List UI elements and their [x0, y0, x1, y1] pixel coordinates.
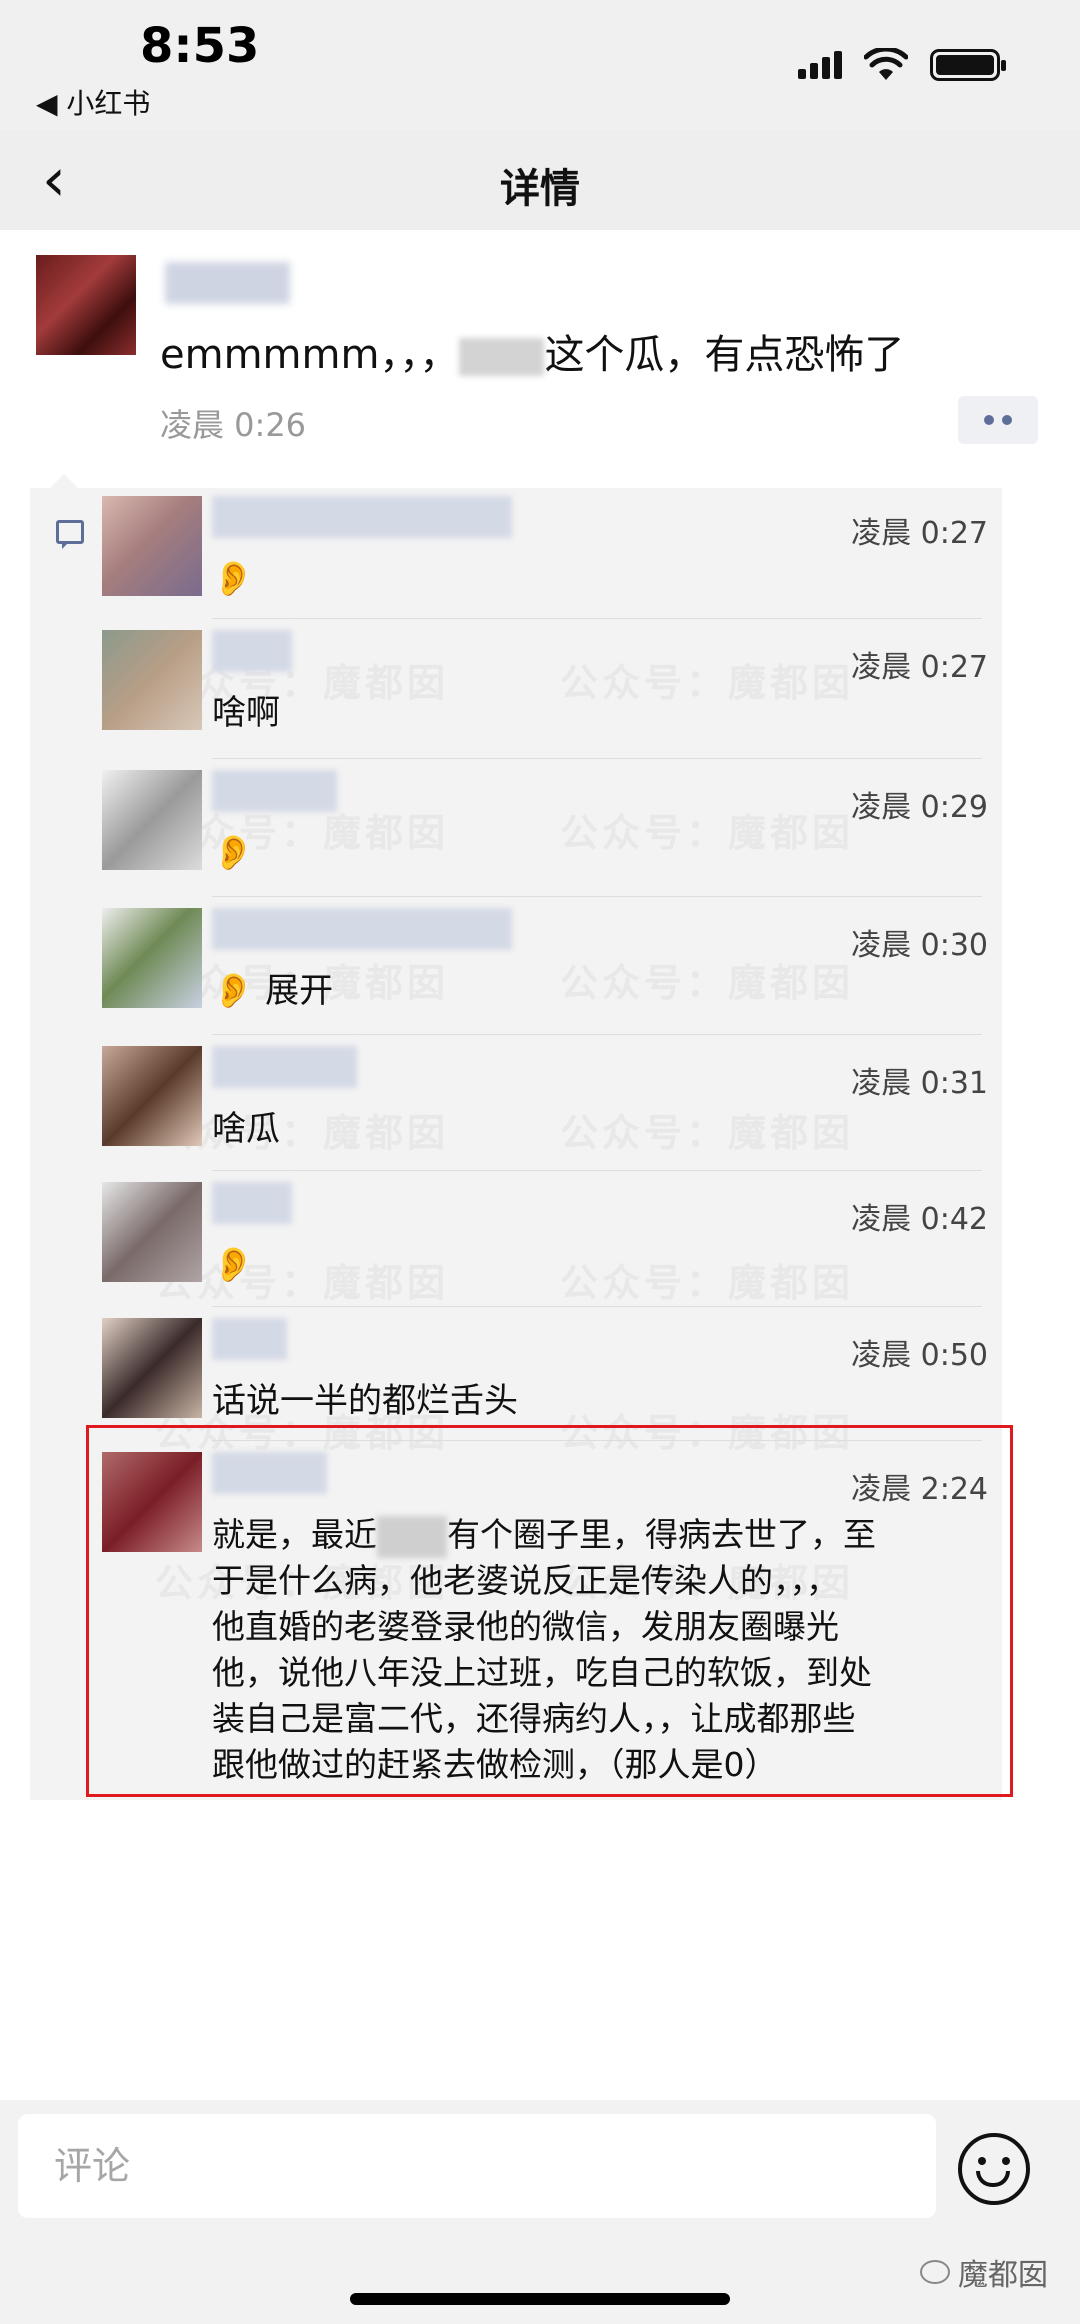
commenter-name-blurred[interactable] [212, 770, 337, 812]
comment-time: 凌晨 0:30 [851, 928, 988, 963]
commenter-avatar[interactable] [102, 1318, 202, 1418]
comment-text: 👂 [212, 833, 255, 873]
comment-time: 凌晨 0:27 [851, 516, 988, 551]
back-to-app-link[interactable]: ◀ 小红书 [36, 82, 150, 122]
page-title: 详情 [500, 166, 580, 212]
comment-item[interactable]: 凌晨 0:29 👂 [102, 762, 988, 892]
wechat-icon [920, 2260, 950, 2284]
brand-watermark: 魔都囡 [920, 2250, 1048, 2294]
comment-text: 👂 [212, 1245, 255, 1285]
home-indicator[interactable] [350, 2293, 730, 2305]
emoji-icon[interactable] [958, 2133, 1030, 2205]
commenter-avatar[interactable] [102, 496, 202, 596]
post-author-name-blurred[interactable] [165, 262, 290, 304]
comment-text: 👂 [212, 559, 255, 599]
comment-time: 凌晨 0:27 [851, 650, 988, 685]
divider [212, 1034, 982, 1035]
nav-bar: ‹ 详情 [0, 130, 1080, 230]
cellular-signal-icon [798, 51, 842, 79]
wifi-icon [864, 48, 908, 80]
comment-input[interactable]: 评论 [18, 2114, 936, 2218]
divider [212, 1170, 982, 1171]
divider [212, 1306, 982, 1307]
comment-item[interactable]: 凌晨 0:27 👂 [102, 488, 988, 618]
post-text-part1: emmmmm，，， [160, 332, 460, 378]
post-author-avatar[interactable] [36, 255, 136, 355]
comment-text: 话说一半的都烂舌头 [212, 1381, 518, 1421]
comment-item[interactable]: 凌晨 0:31 啥瓜 [102, 1038, 988, 1168]
commenter-name-blurred[interactable] [212, 630, 292, 672]
brand-name: 魔都囡 [958, 2258, 1048, 2293]
commenter-avatar[interactable] [102, 1182, 202, 1282]
battery-icon [930, 49, 1006, 81]
divider [212, 896, 982, 897]
comment-icon [56, 520, 84, 549]
commenter-avatar[interactable] [102, 1046, 202, 1146]
comment-time: 凌晨 0:31 [851, 1066, 988, 1101]
comment-item[interactable]: 凌晨 0:50 话说一半的都烂舌头 [102, 1310, 988, 1440]
comment-item[interactable]: 凌晨 0:27 啥啊 [102, 622, 988, 752]
commenter-name-blurred[interactable] [212, 1046, 357, 1088]
comment-time: 凌晨 0:42 [851, 1202, 988, 1237]
post-time: 凌晨 0:26 [160, 406, 307, 444]
status-time: 8:53 [140, 18, 260, 74]
status-icons [798, 48, 1006, 82]
commenter-name-blurred[interactable] [212, 1318, 287, 1360]
post-text-part2: 这个瓜，有点恐怖了 [544, 332, 905, 378]
commenter-avatar[interactable] [102, 770, 202, 870]
comment-item[interactable]: 凌晨 0:30 👂 展开 [102, 900, 988, 1030]
commenter-name-blurred[interactable] [212, 496, 512, 538]
comment-time: 凌晨 0:29 [851, 790, 988, 825]
post-content: emmmmm，，， 这个瓜，有点恐怖了 [160, 322, 904, 380]
comment-text: 👂 展开 [212, 971, 334, 1011]
comment-time: 凌晨 0:50 [851, 1338, 988, 1373]
commenter-avatar[interactable] [102, 630, 202, 730]
panel-arrow [50, 474, 78, 488]
blurred-text [459, 338, 545, 376]
commenter-name-blurred[interactable] [212, 908, 512, 950]
highlight-box [86, 1425, 1013, 1797]
comment-text: 啥瓜 [212, 1109, 280, 1149]
comment-text: 啥啊 [212, 693, 280, 733]
status-bar: 8:53 ◀ 小红书 [0, 0, 1080, 150]
divider [212, 618, 982, 619]
comment-item[interactable]: 凌晨 0:42 👂 [102, 1174, 988, 1304]
commenter-name-blurred[interactable] [212, 1182, 292, 1224]
divider [212, 758, 982, 759]
commenter-avatar[interactable] [102, 908, 202, 1008]
more-options-button[interactable] [958, 396, 1038, 444]
